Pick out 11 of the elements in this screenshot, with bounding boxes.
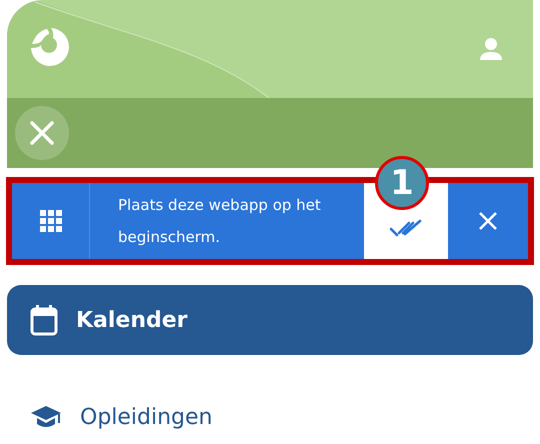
- logo-icon: [29, 27, 69, 67]
- banner-message: Plaats deze webapp op het beginscherm.: [118, 195, 322, 248]
- double-check-icon: [389, 218, 423, 238]
- grid-icon: [40, 210, 62, 232]
- nav-item[interactable]: Opleidingen: [7, 397, 533, 437]
- nav-item[interactable]: Kalender: [7, 285, 533, 355]
- calendar-icon: [30, 304, 58, 336]
- user-icon[interactable]: [479, 37, 503, 61]
- close-icon: [478, 211, 498, 231]
- graduation-cap-icon: [30, 404, 62, 430]
- close-icon: [29, 120, 55, 146]
